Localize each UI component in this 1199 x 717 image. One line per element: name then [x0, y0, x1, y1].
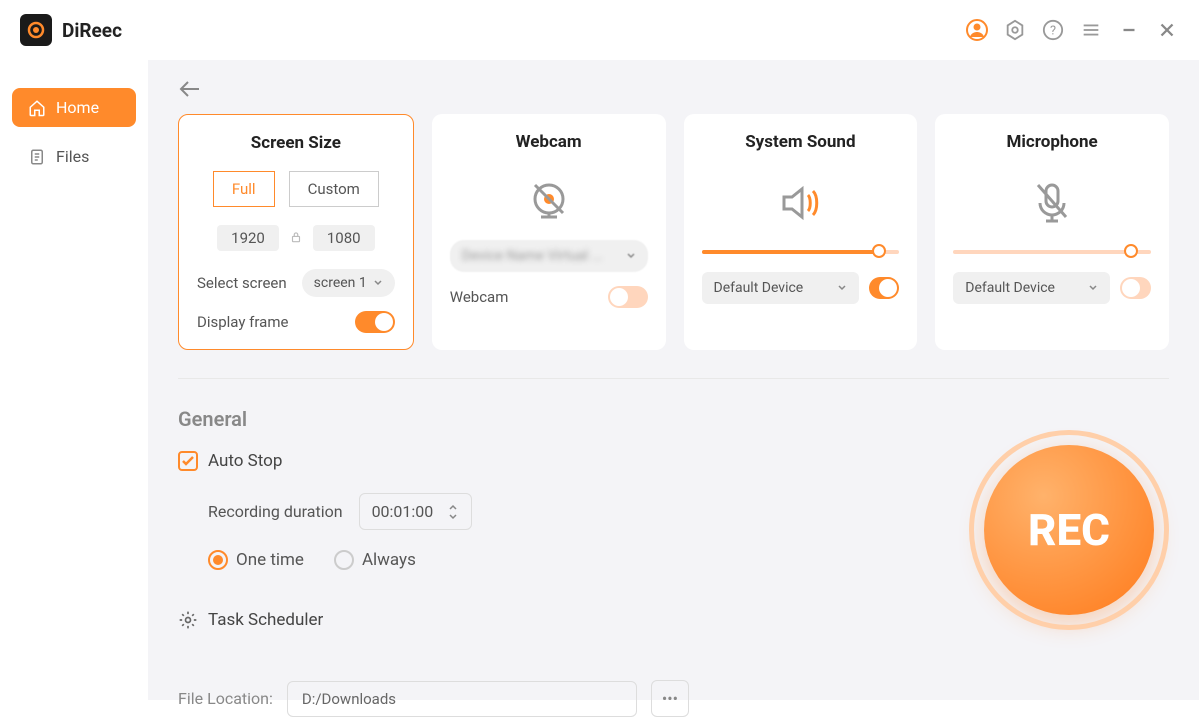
- card-system-sound: System Sound Default Device: [684, 114, 918, 350]
- sidebar: Home Files: [0, 60, 148, 700]
- minimize-icon[interactable]: [1117, 18, 1141, 42]
- check-icon: [181, 454, 195, 468]
- scheduler-label: Task Scheduler: [208, 610, 323, 630]
- card-microphone: Microphone Default Device: [935, 114, 1169, 350]
- lock-icon[interactable]: [289, 229, 303, 248]
- always-label: Always: [362, 550, 416, 570]
- card-webcam: Webcam Device Name Virtual ... Webcam: [432, 114, 666, 350]
- app-name: DiReec: [62, 19, 122, 42]
- location-input[interactable]: D:/Downloads: [287, 681, 637, 717]
- menu-icon[interactable]: [1079, 18, 1103, 42]
- mic-device-select[interactable]: Default Device: [953, 272, 1110, 304]
- location-label: File Location:: [178, 689, 273, 708]
- card-title-screen: Screen Size: [251, 133, 341, 153]
- help-icon[interactable]: ?: [1041, 18, 1065, 42]
- radio-one-time[interactable]: One time: [208, 550, 304, 570]
- nav-files-label: Files: [56, 147, 89, 166]
- system-volume-slider[interactable]: [702, 250, 900, 254]
- system-sound-toggle[interactable]: [869, 277, 900, 299]
- display-frame-toggle[interactable]: [355, 311, 395, 333]
- webcam-device-select[interactable]: Device Name Virtual ...: [450, 240, 648, 272]
- one-time-label: One time: [236, 550, 304, 570]
- stepper-icon: [447, 503, 459, 521]
- gear-icon: [178, 610, 198, 630]
- brand: DiReec: [20, 14, 122, 46]
- main-panel: Screen Size Full Custom 1920 1080 Select…: [148, 60, 1199, 700]
- system-device-select[interactable]: Default Device: [702, 272, 859, 304]
- chevron-down-icon: [837, 283, 847, 293]
- card-screen-size: Screen Size Full Custom 1920 1080 Select…: [178, 114, 414, 350]
- webcam-toggle[interactable]: [608, 286, 648, 308]
- home-icon: [28, 99, 46, 117]
- mic-toggle[interactable]: [1120, 277, 1151, 299]
- width-value[interactable]: 1920: [217, 225, 279, 251]
- chevron-down-icon: [1088, 283, 1098, 293]
- speaker-icon: [772, 170, 828, 235]
- files-icon: [28, 148, 46, 166]
- duration-label: Recording duration: [208, 502, 343, 521]
- chevron-down-icon: [626, 251, 636, 261]
- record-button[interactable]: REC: [969, 430, 1169, 630]
- user-icon[interactable]: [965, 18, 989, 42]
- nav-home[interactable]: Home: [12, 88, 136, 127]
- app-logo-icon: [20, 14, 52, 46]
- settings-gear-icon[interactable]: [1003, 18, 1027, 42]
- display-frame-label: Display frame: [197, 313, 288, 331]
- mic-volume-slider[interactable]: [953, 250, 1151, 254]
- divider: [178, 378, 1169, 379]
- card-title-mic: Microphone: [1007, 132, 1098, 152]
- chevron-down-icon: [373, 278, 383, 288]
- auto-stop-label: Auto Stop: [208, 451, 282, 471]
- general-title: General: [178, 407, 1169, 431]
- select-screen-label: Select screen: [197, 274, 287, 292]
- close-icon[interactable]: [1155, 18, 1179, 42]
- screen-select[interactable]: screen 1: [302, 269, 395, 297]
- webcam-label: Webcam: [450, 288, 509, 306]
- nav-files[interactable]: Files: [12, 137, 136, 176]
- height-value[interactable]: 1080: [313, 225, 375, 251]
- svg-text:?: ?: [1050, 24, 1056, 39]
- nav-home-label: Home: [56, 98, 99, 117]
- webcam-icon: [523, 170, 575, 235]
- card-title-system: System Sound: [745, 132, 855, 152]
- card-title-webcam: Webcam: [516, 132, 582, 152]
- duration-input[interactable]: 00:01:00: [359, 493, 473, 530]
- size-full-button[interactable]: Full: [213, 171, 275, 207]
- size-custom-button[interactable]: Custom: [289, 171, 379, 207]
- microphone-icon: [1026, 170, 1078, 235]
- location-browse-button[interactable]: •••: [651, 680, 689, 717]
- radio-always[interactable]: Always: [334, 550, 416, 570]
- back-button[interactable]: [178, 80, 1169, 102]
